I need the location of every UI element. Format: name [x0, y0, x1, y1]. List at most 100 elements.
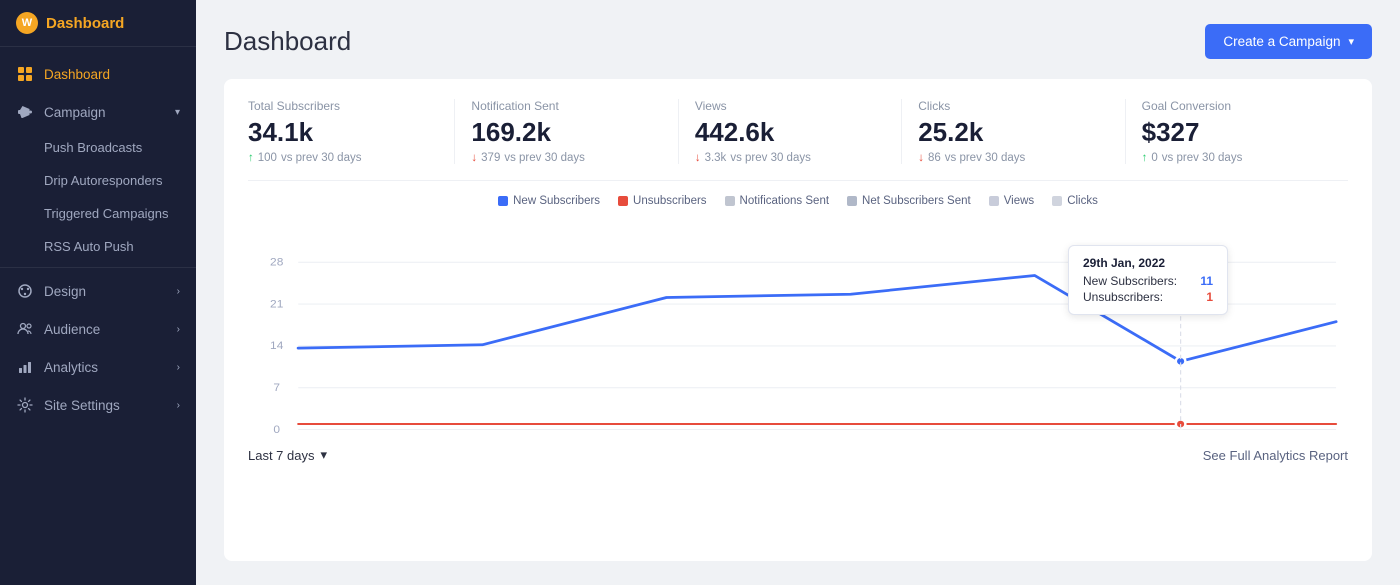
chart-tooltip: 29th Jan, 2022 New Subscribers: 11 Unsub… — [1068, 245, 1228, 315]
svg-text:14: 14 — [270, 341, 284, 352]
analytics-link[interactable]: See Full Analytics Report — [1203, 448, 1348, 463]
stat-total-subscribers-change-val: 100 — [258, 152, 277, 164]
chart-icon — [16, 358, 34, 376]
stat-goal-conversion-change-text: vs prev 30 days — [1162, 152, 1243, 164]
legend-dot-clicks — [1052, 196, 1062, 206]
stat-clicks-change: ↓ 86 vs prev 30 days — [918, 152, 1108, 164]
up-arrow-icon-2: ↑ — [1142, 152, 1148, 164]
svg-text:0: 0 — [273, 424, 280, 435]
sidebar-item-triggered-campaigns[interactable]: Triggered Campaigns — [0, 197, 196, 230]
stat-views-change-val: 3.3k — [705, 152, 727, 164]
stat-notification-sent-change-text: vs prev 30 days — [504, 152, 585, 164]
stat-clicks-label: Clicks — [918, 99, 1108, 113]
sidebar-logo[interactable]: W Dashboard — [0, 0, 196, 47]
chevron-right-icon-3: › — [177, 362, 180, 373]
push-broadcasts-label: Push Broadcasts — [44, 140, 142, 155]
svg-text:21: 21 — [270, 299, 283, 310]
svg-text:28: 28 — [270, 257, 283, 268]
legend-dot-unsubscribers — [618, 196, 628, 206]
sidebar-item-design[interactable]: Design › — [0, 272, 196, 310]
legend-dot-new-subscribers — [498, 196, 508, 206]
stat-notification-sent-label: Notification Sent — [471, 99, 661, 113]
stat-total-subscribers-value: 34.1k — [248, 117, 438, 148]
stat-goal-conversion-change-val: 0 — [1151, 152, 1157, 164]
legend-unsubscribers: Unsubscribers — [618, 195, 707, 207]
time-filter-chevron-icon: ▾ — [321, 447, 328, 463]
legend-views: Views — [989, 195, 1034, 207]
create-campaign-label: Create a Campaign — [1223, 34, 1340, 49]
chevron-right-icon: › — [177, 286, 180, 297]
tooltip-unsubscribers-label: Unsubscribers: — [1083, 290, 1163, 304]
sidebar-item-site-settings[interactable]: Site Settings › — [0, 386, 196, 424]
sidebar-item-campaign[interactable]: Campaign ▾ — [0, 93, 196, 131]
palette-icon — [16, 282, 34, 300]
svg-text:7: 7 — [273, 382, 280, 393]
main-content: Dashboard Create a Campaign ▾ Total Subs… — [196, 0, 1400, 585]
legend-new-subscribers: New Subscribers — [498, 195, 600, 207]
stat-total-subscribers-label: Total Subscribers — [248, 99, 438, 113]
sidebar-logo-label: Dashboard — [46, 15, 124, 32]
stat-clicks-value: 25.2k — [918, 117, 1108, 148]
stat-clicks-change-val: 86 — [928, 152, 941, 164]
legend-dot-net-subscribers-sent — [847, 196, 857, 206]
legend-label-views: Views — [1004, 195, 1034, 207]
chevron-right-icon-4: › — [177, 400, 180, 411]
down-arrow-icon-2: ↓ — [695, 152, 701, 164]
create-campaign-button[interactable]: Create a Campaign ▾ — [1205, 24, 1372, 59]
logo-icon: W — [16, 12, 38, 34]
stat-total-subscribers-change: ↑ 100 vs prev 30 days — [248, 152, 438, 164]
stat-clicks-change-text: vs prev 30 days — [945, 152, 1026, 164]
sidebar-nav: Dashboard Campaign ▾ Push Broadcasts Dri… — [0, 47, 196, 432]
stat-views-change-text: vs prev 30 days — [730, 152, 811, 164]
legend-dot-views — [989, 196, 999, 206]
chart-footer: Last 7 days ▾ See Full Analytics Report — [248, 437, 1348, 475]
sidebar-item-audience-label: Audience — [44, 322, 100, 337]
time-filter-label: Last 7 days — [248, 448, 315, 463]
triggered-campaigns-label: Triggered Campaigns — [44, 206, 169, 221]
stat-goal-conversion-label: Goal Conversion — [1142, 99, 1332, 113]
legend-label-unsubscribers: Unsubscribers — [633, 195, 707, 207]
grid-icon — [16, 65, 34, 83]
dashboard-card: Total Subscribers 34.1k ↑ 100 vs prev 30… — [224, 79, 1372, 561]
divider — [0, 267, 196, 268]
chart-legend: New Subscribers Unsubscribers Notificati… — [248, 195, 1348, 207]
stats-row: Total Subscribers 34.1k ↑ 100 vs prev 30… — [248, 99, 1348, 181]
sidebar: W Dashboard Dashboard — [0, 0, 196, 585]
stat-total-subscribers-change-text: vs prev 30 days — [281, 152, 362, 164]
tooltip-unsubscribers-value: 1 — [1206, 290, 1213, 304]
sidebar-item-drip-autoresponders[interactable]: Drip Autoresponders — [0, 164, 196, 197]
sidebar-item-dashboard-label: Dashboard — [44, 67, 110, 82]
sidebar-item-analytics-label: Analytics — [44, 360, 98, 375]
up-arrow-icon: ↑ — [248, 152, 254, 164]
sidebar-item-campaign-label: Campaign — [44, 105, 106, 120]
sidebar-item-rss-auto-push[interactable]: RSS Auto Push — [0, 230, 196, 263]
tooltip-date: 29th Jan, 2022 — [1083, 256, 1213, 270]
tooltip-new-subscribers-label: New Subscribers: — [1083, 274, 1177, 288]
drip-autoresponders-label: Drip Autoresponders — [44, 173, 163, 188]
users-icon — [16, 320, 34, 338]
stat-views-change: ↓ 3.3k vs prev 30 days — [695, 152, 885, 164]
time-filter-button[interactable]: Last 7 days ▾ — [248, 447, 327, 463]
stat-goal-conversion-value: $327 — [1142, 117, 1332, 148]
stat-total-subscribers: Total Subscribers 34.1k ↑ 100 vs prev 30… — [248, 99, 455, 164]
sidebar-item-audience[interactable]: Audience › — [0, 310, 196, 348]
tooltip-row-unsubscribers: Unsubscribers: 1 — [1083, 290, 1213, 304]
chart-area: 0 7 14 21 28 — [248, 215, 1348, 435]
legend-dot-notifications-sent — [725, 196, 735, 206]
legend-net-subscribers-sent: Net Subscribers Sent — [847, 195, 971, 207]
gear-icon — [16, 396, 34, 414]
stat-notification-sent: Notification Sent 169.2k ↓ 379 vs prev 3… — [455, 99, 678, 164]
stat-notification-sent-change: ↓ 379 vs prev 30 days — [471, 152, 661, 164]
sidebar-item-dashboard[interactable]: Dashboard — [0, 55, 196, 93]
sidebar-item-site-settings-label: Site Settings — [44, 398, 120, 413]
legend-label-net-subscribers-sent: Net Subscribers Sent — [862, 195, 971, 207]
rss-auto-push-label: RSS Auto Push — [44, 239, 134, 254]
legend-clicks: Clicks — [1052, 195, 1098, 207]
tooltip-row-new-subscribers: New Subscribers: 11 — [1083, 274, 1213, 288]
stat-goal-conversion: Goal Conversion $327 ↑ 0 vs prev 30 days — [1126, 99, 1348, 164]
sidebar-item-analytics[interactable]: Analytics › — [0, 348, 196, 386]
sidebar-item-push-broadcasts[interactable]: Push Broadcasts — [0, 131, 196, 164]
legend-label-notifications-sent: Notifications Sent — [740, 195, 830, 207]
stat-views: Views 442.6k ↓ 3.3k vs prev 30 days — [679, 99, 902, 164]
tooltip-new-subscribers-value: 11 — [1200, 274, 1213, 288]
